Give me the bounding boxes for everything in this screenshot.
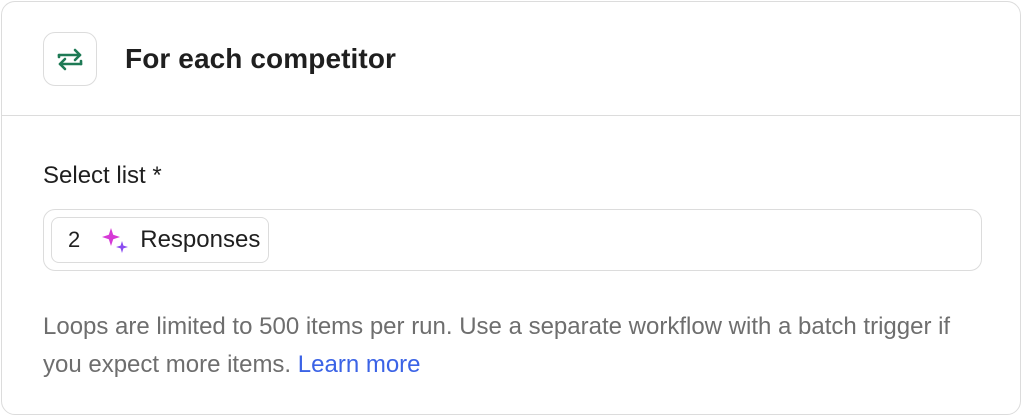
select-list-label: Select list *	[43, 162, 162, 189]
ai-sparkle-icon	[102, 228, 129, 253]
token-label: Responses	[140, 226, 261, 253]
loop-arrows-icon	[43, 31, 97, 86]
helper-text: Loops are limited to 500 items per run. …	[43, 308, 973, 384]
step-title: For each competitor	[125, 42, 397, 74]
card-header: For each competitor	[2, 2, 1020, 116]
learn-more-link[interactable]: Learn more	[298, 351, 421, 378]
list-token-chip[interactable]: 2 Responses	[51, 217, 270, 263]
loop-step-card: For each competitor Select list * 2 Resp…	[1, 1, 1021, 415]
helper-message: Loops are limited to 500 items per run. …	[43, 313, 951, 378]
token-step-number: 2	[68, 227, 81, 252]
select-list-input[interactable]: 2 Responses	[43, 209, 982, 271]
